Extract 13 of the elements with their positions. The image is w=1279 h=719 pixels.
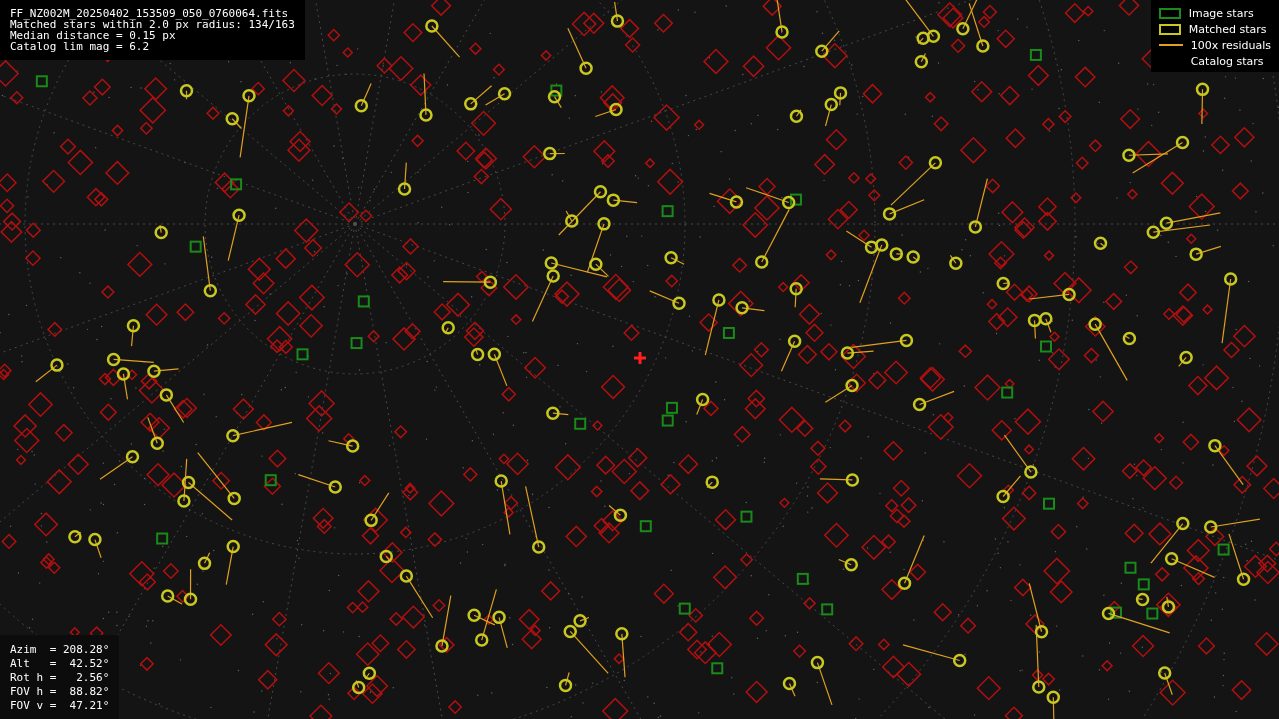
info-text: Median distance = 0.15 px — [10, 30, 176, 41]
legend-label: Matched stars — [1188, 22, 1267, 36]
pointing-text: Rot h = 2.56° — [10, 671, 110, 685]
pointing-text: Azim = 208.28° — [10, 643, 110, 657]
info-text: Catalog lim mag = 6.2 — [10, 41, 151, 52]
pointing-text: FOV v = 47.21° — [10, 699, 110, 713]
pointing-text: FOV h = 88.82° — [10, 685, 110, 699]
legend-label: 100x residuals — [1190, 38, 1271, 52]
legend-label: Catalog stars — [1190, 54, 1264, 68]
legend-label: Image stars — [1188, 6, 1254, 20]
pointing-text: Alt = 42.52° — [10, 657, 110, 671]
info-text: FF_NZ002M_20250402_153509_050_0760064.fits — [10, 8, 290, 19]
info-text: Matched stars within 2.0 px radius: 134/163 — [10, 19, 295, 30]
